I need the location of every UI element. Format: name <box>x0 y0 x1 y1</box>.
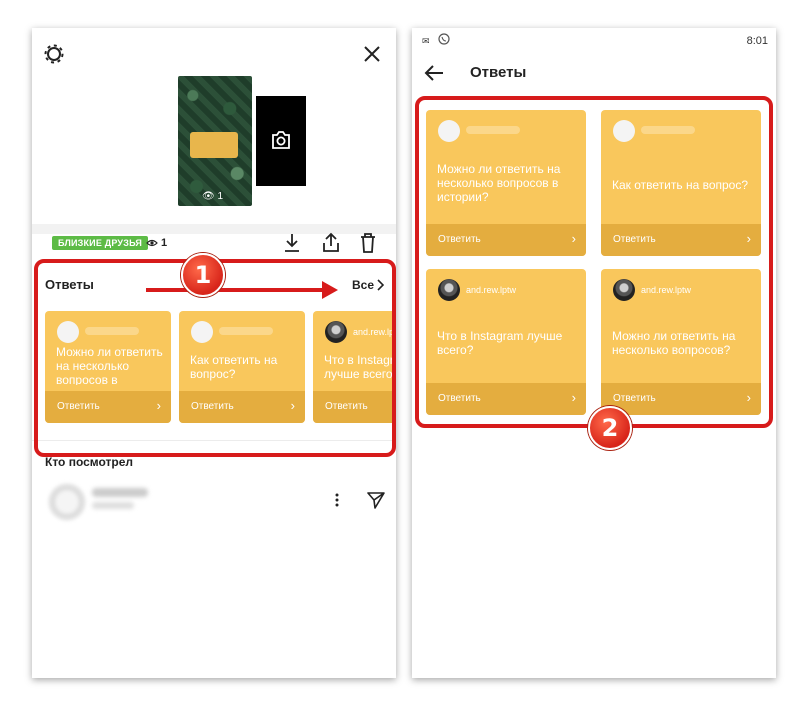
question-sticker <box>190 132 238 158</box>
story-view-count: 👁 1 <box>202 191 224 202</box>
highlight-box-answers-grid <box>415 96 773 428</box>
viewer-subtitle-blurred <box>92 502 134 509</box>
send-icon[interactable] <box>366 490 386 510</box>
viber-icon <box>438 33 450 45</box>
camera-icon <box>270 130 292 150</box>
page-title: Ответы <box>470 64 527 81</box>
back-arrow-icon[interactable] <box>424 64 444 82</box>
add-story-button[interactable] <box>256 96 306 186</box>
share-icon[interactable] <box>320 232 342 254</box>
highlight-arrow <box>146 288 326 292</box>
status-time: 8:01 <box>746 35 768 47</box>
view-count: 1 <box>161 237 168 249</box>
settings-icon[interactable] <box>44 44 64 64</box>
notification-icon: ✉ <box>422 36 430 46</box>
viewer-avatar[interactable] <box>48 483 86 521</box>
status-bar: ✉ 8:01 <box>412 28 776 52</box>
highlight-arrow-head <box>322 281 338 299</box>
close-icon[interactable] <box>362 44 382 64</box>
step-badge-1: 1 <box>181 253 225 297</box>
delete-icon[interactable] <box>358 232 378 254</box>
download-icon[interactable] <box>282 232 302 254</box>
viewers-section-title: Кто посмотрел <box>45 455 134 469</box>
step-badge-2: 2 <box>588 406 632 450</box>
more-vertical-icon[interactable] <box>334 492 340 508</box>
eye-icon <box>146 237 158 249</box>
viewer-name-blurred <box>92 488 148 497</box>
close-friends-badge: БЛИЗКИЕ ДРУЗЬЯ <box>52 236 149 250</box>
